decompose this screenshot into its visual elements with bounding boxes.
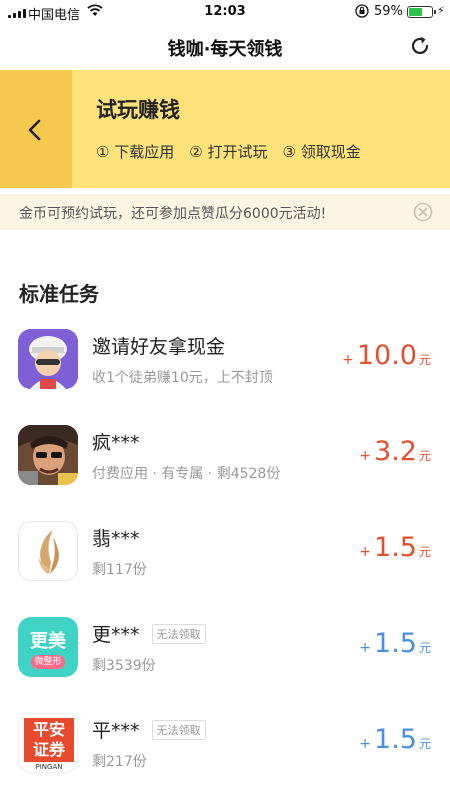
reward-amount: 3.2	[374, 436, 417, 467]
steps-row: ① 下载应用 ② 打开试玩 ③ 领取现金	[96, 141, 361, 162]
task-item[interactable]: 翡*** 剩117份 +1.5 元	[0, 510, 450, 606]
notice-text: 金币可预约试玩，还可参加点赞瓜分6000元活动!	[19, 206, 327, 222]
battery-icon	[407, 6, 436, 18]
task-name: 更***	[92, 624, 140, 646]
section-title: 标准任务	[19, 282, 99, 306]
task-subtitle: 剩3539份	[92, 658, 156, 674]
task-item[interactable]: 更美 微整形 更*** 无法领取 剩3539份 +1.5 元	[0, 606, 450, 702]
task-item[interactable]: 疯*** 付费应用 · 有专属 · 剩4528份 +3.2 元	[0, 414, 450, 510]
chevron-left-icon	[28, 119, 41, 141]
reward-amount: 1.5	[374, 532, 417, 563]
back-button[interactable]	[0, 70, 72, 188]
feather-app-icon	[18, 521, 78, 581]
task-subtitle: 剩217份	[92, 754, 147, 770]
task-reward: +1.5 元	[359, 724, 431, 755]
game-app-icon	[18, 425, 78, 485]
task-name: 疯***	[92, 432, 140, 454]
task-reward: +10.0 元	[342, 340, 431, 371]
icon-subtext: 微整形	[31, 655, 65, 669]
icon-text: 平安	[32, 720, 65, 739]
status-bar: 中国电信 12:03 59% ⚡	[0, 0, 450, 24]
notice-bar: 金币可预约试玩，还可参加点赞瓜分6000元活动!	[0, 194, 450, 230]
task-name: 平***	[92, 720, 140, 742]
refresh-icon[interactable]	[408, 34, 432, 58]
unavailable-badge: 无法领取	[151, 623, 206, 644]
task-reward: +3.2 元	[359, 436, 431, 467]
reward-amount: 1.5	[374, 724, 417, 755]
task-item[interactable]: 平安 证券 PINGAN 平*** 无法领取 剩217份 +1.5 元	[0, 702, 450, 798]
step-1: ① 下载应用	[96, 143, 175, 161]
step-2: ② 打开试玩	[189, 143, 268, 161]
task-reward: +1.5 元	[359, 628, 431, 659]
page-title: 钱咖·每天领钱	[167, 39, 283, 60]
task-name: 翡***	[92, 528, 140, 550]
charging-icon: ⚡	[437, 4, 445, 17]
task-name: 邀请好友拿现金	[92, 336, 226, 358]
step-3: ③ 领取现金	[282, 143, 361, 161]
banner-title: 试玩赚钱	[96, 98, 180, 122]
close-circle-icon[interactable]	[413, 202, 433, 222]
reward-amount: 10.0	[356, 340, 417, 371]
task-subtitle: 付费应用 · 有专属 · 剩4528份	[92, 466, 281, 482]
pingan-app-icon: 平安 证券 PINGAN	[18, 713, 78, 773]
orientation-lock-icon	[355, 4, 369, 22]
task-subtitle: 剩117份	[92, 562, 147, 578]
nav-bar: 钱咖·每天领钱	[0, 24, 450, 70]
unavailable-badge: 无法领取	[151, 719, 206, 740]
trial-banner: 试玩赚钱 ① 下载应用 ② 打开试玩 ③ 领取现金	[0, 70, 450, 188]
task-reward: +1.5 元	[359, 532, 431, 563]
reward-amount: 1.5	[374, 628, 417, 659]
task-list: 邀请好友拿现金 收1个徒弟赚10元，上不封顶 +10.0元 疯*** 付费应用	[0, 318, 450, 798]
gengmei-app-icon: 更美 微整形	[18, 617, 78, 677]
task-subtitle: 收1个徒弟赚10元，上不封顶	[92, 370, 273, 386]
icon-subtext: PINGAN	[35, 763, 63, 771]
icon-text: 更美	[30, 631, 66, 652]
task-item[interactable]: 邀请好友拿现金 收1个徒弟赚10元，上不封顶 +10.0 元	[0, 318, 450, 414]
invite-friends-app-icon	[18, 329, 78, 389]
icon-text-2: 证券	[32, 740, 65, 759]
battery-percentage: 59%	[374, 4, 403, 19]
